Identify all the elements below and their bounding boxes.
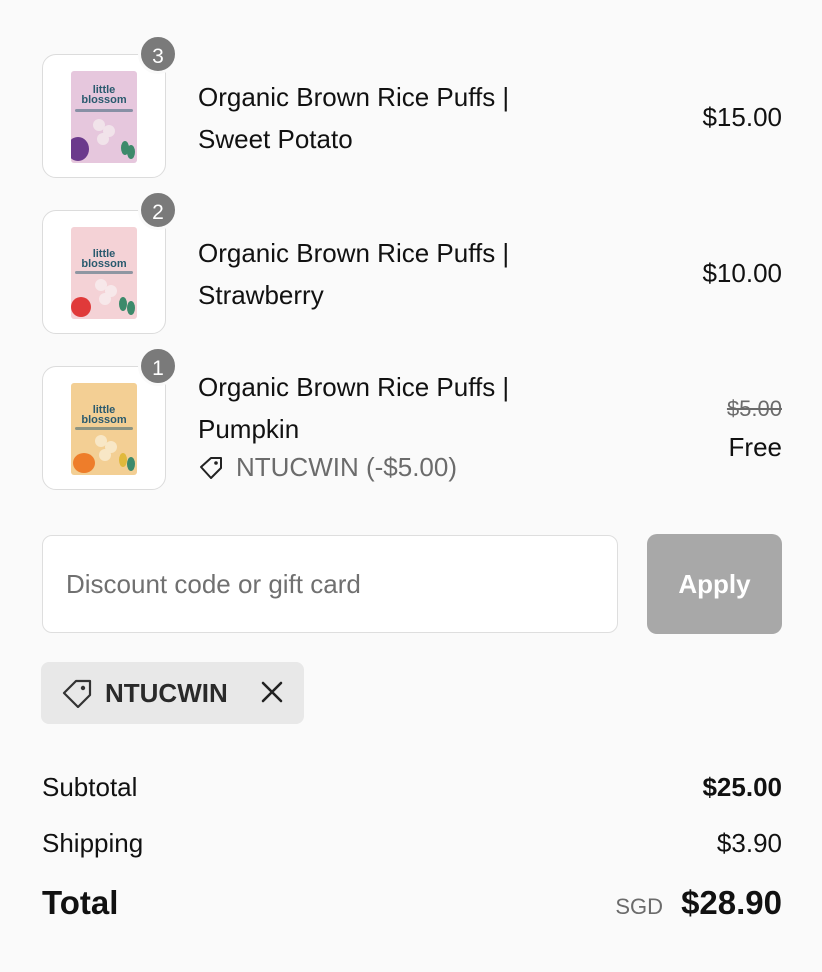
original-price: $5.00: [726, 396, 782, 421]
applied-discount-chip: NTUCWIN: [41, 662, 304, 724]
product-image: little blossom: [42, 366, 166, 490]
product-package: little blossom: [71, 383, 137, 475]
subtotal-label: Subtotal: [42, 772, 138, 802]
subtotal-value: $25.00: [702, 772, 782, 802]
applied-discount-code: NTUCWIN: [105, 677, 228, 708]
product-package: little blossom: [71, 227, 137, 319]
cart-item: little blossom 1 Organic Brown Rice Puffs…: [42, 346, 782, 492]
product-title: Organic Brown Rice Puffs | Pumpkin: [198, 372, 510, 444]
quantity-badge: 3: [138, 34, 178, 74]
close-icon[interactable]: [260, 680, 284, 704]
discount-code-input[interactable]: Discount code or gift card: [42, 535, 618, 633]
brand-logo: little blossom: [81, 404, 127, 426]
cart-item: little blossom 3 Organic Brown Rice Puffs…: [42, 34, 782, 180]
product-title: Organic Brown Rice Puffs | Sweet Potato: [198, 82, 510, 154]
brand-logo: little blossom: [81, 84, 127, 106]
product-image: little blossom: [42, 210, 166, 334]
product-title: Organic Brown Rice Puffs | Strawberry: [198, 238, 510, 310]
total-label: Total: [42, 884, 119, 921]
total-row: Total SGD $28.90: [42, 884, 782, 928]
product-price: Free: [728, 432, 782, 462]
currency-label: SGD: [615, 894, 664, 919]
product-image: little blossom: [42, 54, 166, 178]
brand-logo: little blossom: [81, 248, 127, 270]
cart-item: little blossom 2 Organic Brown Rice Puffs…: [42, 190, 782, 336]
total-value: $28.90: [681, 884, 782, 921]
tag-icon: [62, 679, 92, 708]
tag-icon: [200, 456, 222, 479]
apply-button[interactable]: Apply: [647, 534, 782, 634]
quantity-badge: 1: [138, 346, 178, 386]
shipping-label: Shipping: [42, 828, 144, 858]
quantity-badge: 2: [138, 190, 178, 230]
item-discount: NTUCWIN (-$5.00): [198, 452, 457, 483]
product-price: $10.00: [702, 258, 782, 288]
product-package: little blossom: [71, 71, 137, 163]
item-discount-label: NTUCWIN (-$5.00): [236, 452, 458, 482]
product-price: $15.00: [702, 102, 782, 132]
shipping-value: $3.90: [716, 828, 782, 858]
